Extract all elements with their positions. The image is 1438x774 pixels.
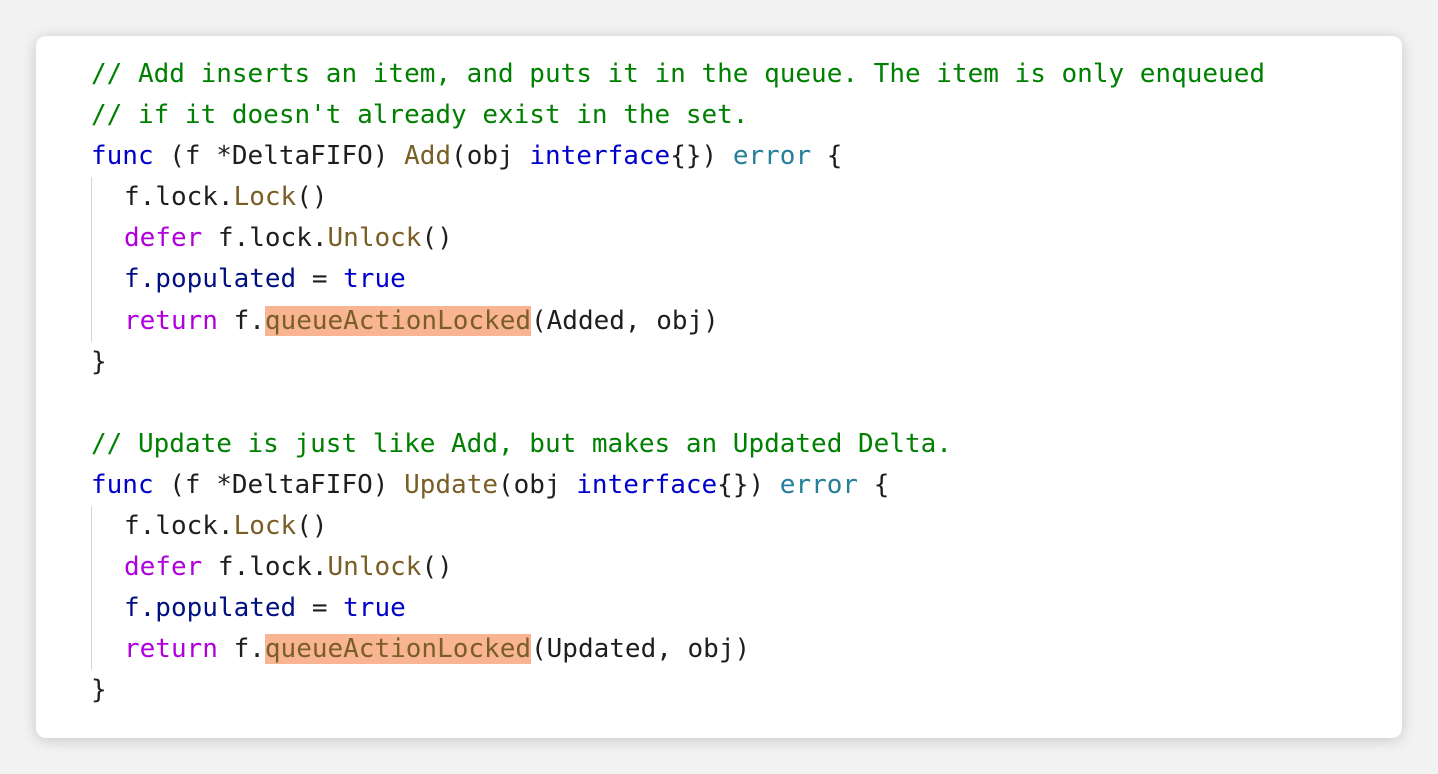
func-signature-add: func (f *DeltaFIFO) Add(obj interface{})…: [91, 136, 1265, 177]
highlighted-queue-call: queueActionLocked: [264, 634, 531, 665]
comment-line: // Add inserts an item, and puts it in t…: [91, 59, 1265, 89]
populated-field: f.populated: [124, 593, 297, 624]
assign-operator: =: [296, 264, 344, 295]
return-type: error: [732, 141, 812, 172]
queue-prefix: f.: [217, 305, 265, 336]
highlighted-queue-call: queueActionLocked: [264, 305, 531, 336]
unlock-suffix: (): [421, 223, 453, 254]
queue-args: (Added, obj): [531, 305, 719, 336]
queue-prefix: f.: [217, 634, 265, 665]
populated-field: f.populated: [124, 264, 297, 295]
return-keyword: return: [124, 634, 218, 665]
func-keyword: func: [91, 141, 154, 172]
lock-suffix: (): [296, 511, 328, 542]
true-keyword: true: [343, 264, 406, 295]
return-keyword: return: [124, 305, 218, 336]
populated-statement: f.populated = true: [91, 259, 1265, 301]
defer-keyword: defer: [124, 223, 203, 254]
return-statement: return f.queueActionLocked(Updated, obj): [91, 629, 1265, 671]
params-close: {}): [717, 469, 780, 500]
populated-statement: f.populated = true: [91, 588, 1265, 630]
func-keyword: func: [91, 469, 154, 500]
unlock-call: Unlock: [327, 552, 422, 583]
code-snippet-card: // Add inserts an item, and puts it in t…: [36, 36, 1402, 738]
open-brace: {: [811, 141, 843, 172]
unlock-suffix: (): [421, 552, 453, 583]
open-brace: {: [858, 469, 890, 500]
defer-statement: defer f.lock.Unlock(): [91, 218, 1265, 260]
lock-statement: f.lock.Lock(): [91, 177, 1265, 219]
true-keyword: true: [343, 593, 406, 624]
defer-statement: defer f.lock.Unlock(): [91, 547, 1265, 589]
receiver: (f *DeltaFIFO): [153, 469, 405, 500]
param-type: interface: [576, 469, 718, 500]
assign-operator: =: [296, 593, 344, 624]
lock-call: Lock: [233, 511, 297, 542]
params-close: {}): [670, 141, 733, 172]
param-type: interface: [529, 141, 671, 172]
func-name: Update: [404, 469, 498, 500]
code-block: // Add inserts an item, and puts it in t…: [91, 54, 1265, 712]
closing-brace: }: [91, 675, 107, 706]
unlock-prefix: f.lock.: [202, 223, 328, 254]
lock-statement: f.lock.Lock(): [91, 506, 1265, 548]
lock-suffix: (): [296, 182, 328, 213]
queue-args: (Updated, obj): [531, 634, 751, 665]
lock-prefix: f.lock.: [124, 511, 234, 542]
unlock-prefix: f.lock.: [202, 552, 328, 583]
func-name: Add: [404, 141, 452, 172]
comment-line: // if it doesn't already exist in the se…: [91, 100, 749, 131]
receiver: (f *DeltaFIFO): [153, 141, 405, 172]
closing-brace: }: [91, 346, 107, 377]
params-open: (obj: [498, 469, 577, 500]
return-statement: return f.queueActionLocked(Added, obj): [91, 300, 1265, 342]
unlock-call: Unlock: [327, 223, 422, 254]
defer-keyword: defer: [124, 552, 203, 583]
func-signature-update: func (f *DeltaFIFO) Update(obj interface…: [91, 465, 1265, 506]
params-open: (obj: [451, 141, 530, 172]
lock-call: Lock: [233, 182, 297, 213]
return-type: error: [779, 469, 859, 500]
comment-line: // Update is just like Add, but makes an…: [91, 428, 952, 459]
lock-prefix: f.lock.: [124, 182, 234, 213]
